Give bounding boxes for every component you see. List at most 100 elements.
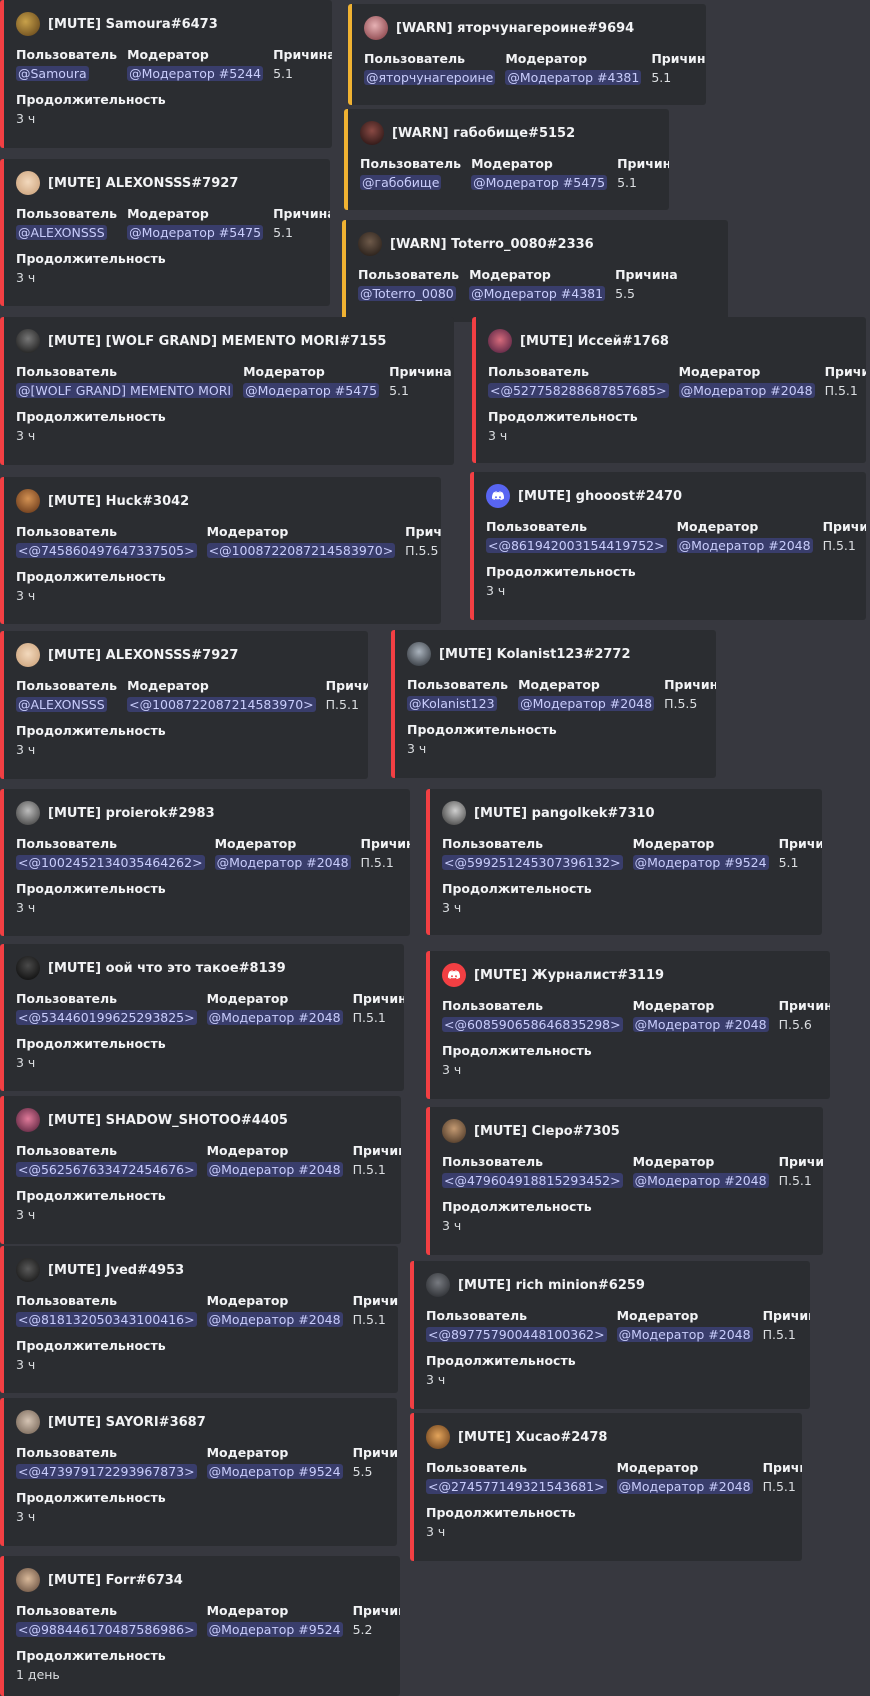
user-mention[interactable]: <@562567633472454676> xyxy=(16,1162,197,1177)
user-avatar[interactable] xyxy=(364,16,388,40)
moderator-mention[interactable]: @Модератор #5475 xyxy=(127,225,264,240)
user-mention[interactable]: <@818132050343100416> xyxy=(16,1312,197,1327)
field-moderator: Модератор @Модератор #4381 xyxy=(469,267,606,301)
moderator-mention[interactable]: @Модератор #4381 xyxy=(505,70,642,85)
field-user: Пользователь <@274577149321543681> xyxy=(426,1460,607,1494)
user-avatar[interactable] xyxy=(360,121,384,145)
user-mention[interactable]: <@534460199625293825> xyxy=(16,1010,197,1025)
user-mention[interactable]: <@897757900448100362> xyxy=(426,1327,607,1342)
moderator-mention[interactable]: @Модератор #9524 xyxy=(206,1622,343,1637)
user-avatar[interactable] xyxy=(16,1568,40,1592)
field-moderator: Модератор @Модератор #4381 xyxy=(505,51,642,85)
user-mention[interactable]: @Kolanist123 xyxy=(407,696,497,711)
user-avatar[interactable] xyxy=(16,1410,40,1434)
user-mention[interactable]: <@274577149321543681> xyxy=(426,1479,607,1494)
embed-author: [MUTE] Huck#3042 xyxy=(48,493,190,509)
field-moderator: Модератор @Модератор #2048 xyxy=(632,1154,769,1188)
moderator-mention[interactable]: @Модератор #2048 xyxy=(206,1010,343,1025)
moderator-mention[interactable]: @Модератор #2048 xyxy=(632,1173,769,1188)
moderator-mention[interactable]: @Модератор #5475 xyxy=(243,383,380,398)
moderator-mention[interactable]: @Модератор #2048 xyxy=(214,855,351,870)
moderator-mention[interactable]: @Модератор #2048 xyxy=(616,1479,753,1494)
user-avatar[interactable] xyxy=(488,329,512,353)
moderator-mention[interactable]: @Модератор #2048 xyxy=(676,538,813,553)
user-avatar[interactable] xyxy=(16,1258,40,1282)
moderator-mention[interactable]: <@1008722087214583970> xyxy=(206,543,396,558)
user-avatar[interactable] xyxy=(426,1273,450,1297)
user-avatar[interactable] xyxy=(407,642,431,666)
duration-value: 3 ч xyxy=(16,1509,36,1524)
log-embed: [MUTE] ALEXONSSS#7927 Пользователь @ALEXO… xyxy=(0,159,330,306)
user-mention[interactable]: <@988446170487586986> xyxy=(16,1622,197,1637)
field-moderator: Модератор @Модератор #2048 xyxy=(616,1308,753,1342)
field-user: Пользователь <@473979172293967873> xyxy=(16,1445,197,1479)
user-avatar[interactable] xyxy=(16,801,40,825)
duration-value: 3 ч xyxy=(16,428,36,443)
user-mention[interactable]: @[WOLF GRAND] MEMENTO MORI xyxy=(16,383,234,398)
user-avatar[interactable] xyxy=(358,232,382,256)
user-mention[interactable]: <@473979172293967873> xyxy=(16,1464,197,1479)
user-mention[interactable]: <@479604918815293452> xyxy=(442,1173,623,1188)
log-embed: [MUTE] ALEXONSSS#7927 Пользователь @ALEXO… xyxy=(0,631,368,779)
reason-value: П.5.5 xyxy=(664,696,698,711)
discord-logo-icon[interactable] xyxy=(442,963,466,987)
moderator-mention[interactable]: @Модератор #2048 xyxy=(206,1162,343,1177)
field-user: Пользователь @габобище xyxy=(360,156,462,190)
embed-author: [MUTE] [WOLF GRAND] MEMENTO MORI#7155 xyxy=(48,333,387,349)
field-user: Пользователь <@745860497647337505> xyxy=(16,524,197,558)
duration-value: 3 ч xyxy=(16,111,36,126)
user-mention[interactable]: @ALEXONSSS xyxy=(16,225,107,240)
user-mention[interactable]: @яторчунагероине xyxy=(364,70,496,85)
field-moderator: Модератор @Модератор #2048 xyxy=(632,998,769,1032)
moderator-mention[interactable]: @Модератор #2048 xyxy=(616,1327,753,1342)
field-reason: ПричинаП.5.1 xyxy=(353,1292,398,1329)
embed-author: [MUTE] оой что это такое#8139 xyxy=(48,960,286,976)
user-mention[interactable]: @габобище xyxy=(360,175,442,190)
user-mention[interactable]: @Toterro_0080 xyxy=(358,286,456,301)
field-moderator: Модератор <@1008722087214583970> xyxy=(127,678,316,712)
user-avatar[interactable] xyxy=(442,801,466,825)
moderator-mention[interactable]: @Модератор #2048 xyxy=(518,696,655,711)
user-avatar[interactable] xyxy=(16,329,40,353)
field-duration: Продолжительность 3 ч xyxy=(426,1352,800,1389)
log-embed: [MUTE] [WOLF GRAND] MEMENTO MORI#7155 По… xyxy=(0,317,454,465)
field-user: Пользователь @Toterro_0080 xyxy=(358,267,460,301)
moderator-mention[interactable]: @Модератор #9524 xyxy=(632,855,769,870)
moderator-mention[interactable]: @Модератор #5475 xyxy=(471,175,608,190)
duration-value: 3 ч xyxy=(407,741,427,756)
user-mention[interactable]: <@599251245307396132> xyxy=(442,855,623,870)
moderator-mention[interactable]: @Модератор #9524 xyxy=(206,1464,343,1479)
moderator-mention[interactable]: @Модератор #4381 xyxy=(469,286,606,301)
user-avatar[interactable] xyxy=(16,956,40,980)
user-avatar[interactable] xyxy=(426,1425,450,1449)
user-mention[interactable]: @ALEXONSSS xyxy=(16,697,107,712)
user-avatar[interactable] xyxy=(16,643,40,667)
moderator-mention[interactable]: <@1008722087214583970> xyxy=(127,697,316,712)
user-avatar[interactable] xyxy=(16,489,40,513)
field-duration: Продолжительность 3 ч xyxy=(16,1187,391,1224)
user-mention[interactable]: <@745860497647337505> xyxy=(16,543,197,558)
user-mention[interactable]: <@608590658646835298> xyxy=(442,1017,623,1032)
reason-value: 5.1 xyxy=(273,66,293,81)
user-mention[interactable]: <@861942003154419752> xyxy=(486,538,667,553)
field-moderator: Модератор @Модератор #2048 xyxy=(678,364,815,398)
user-avatar[interactable] xyxy=(16,171,40,195)
moderator-mention[interactable]: @Модератор #2048 xyxy=(678,383,815,398)
field-reason: Причина5.1 xyxy=(273,205,330,242)
moderator-mention[interactable]: @Модератор #2048 xyxy=(206,1312,343,1327)
user-mention[interactable]: <@527758288687857685> xyxy=(488,383,669,398)
field-moderator: Модератор @Модератор #5244 xyxy=(127,47,264,81)
user-mention[interactable]: <@1002452134035464262> xyxy=(16,855,205,870)
user-avatar[interactable] xyxy=(16,1108,40,1132)
moderator-mention[interactable]: @Модератор #5244 xyxy=(127,66,264,81)
discord-logo-icon[interactable] xyxy=(486,484,510,508)
user-avatar[interactable] xyxy=(16,12,40,36)
reason-value: П.5.1 xyxy=(352,1162,386,1177)
duration-value: 3 ч xyxy=(426,1372,446,1387)
log-embed: [MUTE] SHADOW_SHOTOO#4405 Пользователь <@… xyxy=(0,1096,401,1244)
embed-author: [MUTE] Forr#6734 xyxy=(48,1572,183,1588)
log-embed: [MUTE] pangolkek#7310 Пользователь <@5992… xyxy=(426,789,822,935)
moderator-mention[interactable]: @Модератор #2048 xyxy=(632,1017,769,1032)
user-avatar[interactable] xyxy=(442,1119,466,1143)
user-mention[interactable]: @Samoura xyxy=(16,66,89,81)
